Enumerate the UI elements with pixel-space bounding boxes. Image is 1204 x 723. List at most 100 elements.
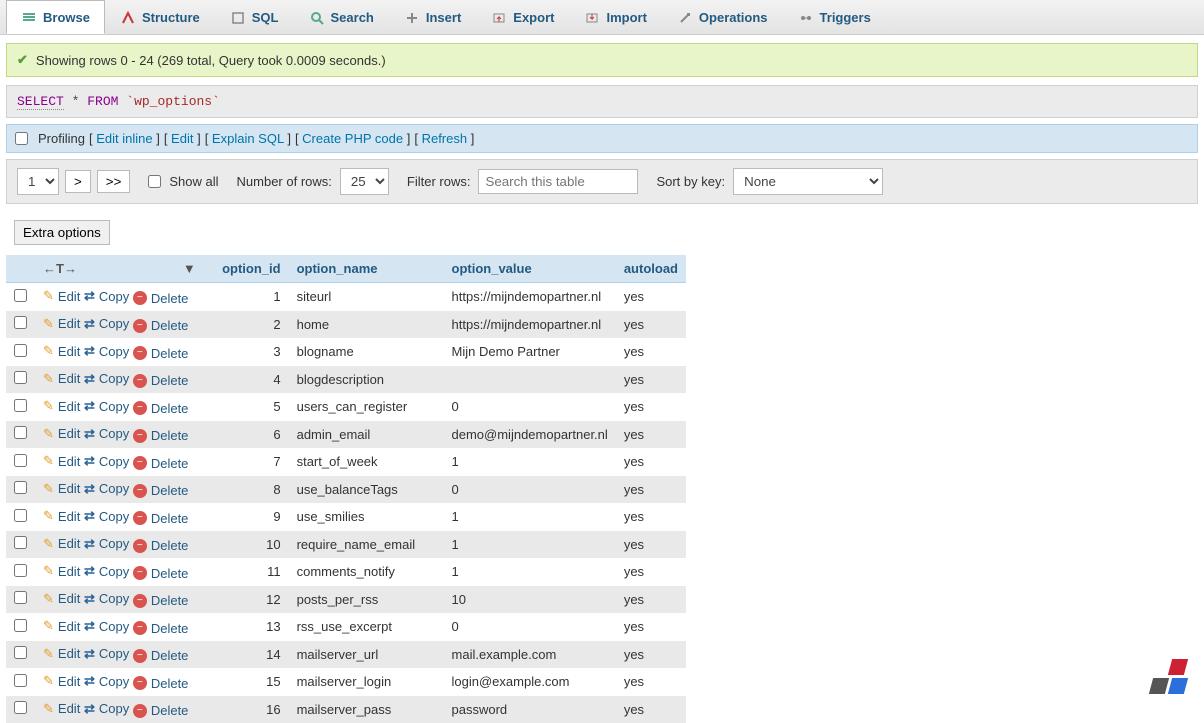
copy-row-link[interactable]: ⇄Copy	[84, 563, 129, 579]
copy-row-link[interactable]: ⇄Copy	[84, 481, 129, 497]
row-checkbox[interactable]	[14, 646, 27, 659]
last-page-button[interactable]: >>	[97, 170, 131, 193]
delete-row-link[interactable]: Delete	[133, 483, 189, 498]
copy-row-link[interactable]: ⇄Copy	[84, 398, 129, 414]
copy-row-link[interactable]: ⇄Copy	[84, 288, 129, 304]
edit-row-link[interactable]: ✎Edit	[43, 701, 80, 717]
delete-row-link[interactable]: Delete	[133, 676, 189, 691]
copy-row-link[interactable]: ⇄Copy	[84, 343, 129, 359]
delete-row-link[interactable]: Delete	[133, 318, 189, 333]
edit-row-link[interactable]: ✎Edit	[43, 288, 80, 304]
copy-row-link[interactable]: ⇄Copy	[84, 591, 129, 607]
tab-sql[interactable]: SQL	[215, 0, 294, 34]
tab-browse[interactable]: Browse	[6, 0, 105, 34]
pencil-icon: ✎	[43, 591, 54, 607]
tab-triggers[interactable]: Triggers	[783, 0, 886, 34]
show-all-checkbox[interactable]	[148, 175, 161, 188]
row-checkbox[interactable]	[14, 674, 27, 687]
edit-row-link[interactable]: ✎Edit	[43, 371, 80, 387]
row-checkbox[interactable]	[14, 564, 27, 577]
filter-rows-input[interactable]	[478, 169, 638, 194]
delete-row-link[interactable]: Delete	[133, 703, 189, 718]
col-autoload[interactable]: autoload	[616, 255, 686, 283]
extra-options-button[interactable]: Extra options	[14, 220, 110, 245]
col-option-name[interactable]: option_name	[289, 255, 444, 283]
copy-row-link[interactable]: ⇄Copy	[84, 701, 129, 717]
tab-operations[interactable]: Operations	[662, 0, 783, 34]
edit-row-link[interactable]: ✎Edit	[43, 646, 80, 662]
copy-row-link[interactable]: ⇄Copy	[84, 536, 129, 552]
copy-row-link[interactable]: ⇄Copy	[84, 371, 129, 387]
row-checkbox[interactable]	[14, 481, 27, 494]
copy-row-link[interactable]: ⇄Copy	[84, 673, 129, 689]
tab-import[interactable]: Import	[569, 0, 661, 34]
edit-link[interactable]: Edit	[171, 131, 193, 146]
delete-row-link[interactable]: Delete	[133, 538, 189, 553]
delete-row-link[interactable]: Delete	[133, 291, 189, 306]
tab-search[interactable]: Search	[294, 0, 389, 34]
tab-structure[interactable]: Structure	[105, 0, 215, 34]
delete-row-link[interactable]: Delete	[133, 428, 189, 443]
row-checkbox[interactable]	[14, 536, 27, 549]
row-checkbox[interactable]	[14, 344, 27, 357]
pencil-icon: ✎	[43, 426, 54, 442]
row-checkbox[interactable]	[14, 426, 27, 439]
copy-row-link[interactable]: ⇄Copy	[84, 646, 129, 662]
delete-icon	[133, 456, 147, 470]
edit-inline-link[interactable]: Edit inline	[96, 131, 152, 146]
edit-row-link[interactable]: ✎Edit	[43, 563, 80, 579]
edit-row-link[interactable]: ✎Edit	[43, 673, 80, 689]
delete-row-link[interactable]: Delete	[133, 621, 189, 636]
edit-row-link[interactable]: ✎Edit	[43, 481, 80, 497]
delete-row-link[interactable]: Delete	[133, 511, 189, 526]
delete-row-link[interactable]: Delete	[133, 648, 189, 663]
row-checkbox[interactable]	[14, 454, 27, 467]
copy-row-link[interactable]: ⇄Copy	[84, 316, 129, 332]
delete-row-link[interactable]: Delete	[133, 373, 189, 388]
refresh-link[interactable]: Refresh	[422, 131, 468, 146]
delete-row-link[interactable]: Delete	[133, 346, 189, 361]
col-option-value[interactable]: option_value	[444, 255, 616, 283]
create-php-link[interactable]: Create PHP code	[302, 131, 403, 146]
table-row: ✎Edit ⇄Copy Delete9use_smilies1yes	[6, 503, 686, 531]
row-checkbox[interactable]	[14, 371, 27, 384]
edit-row-link[interactable]: ✎Edit	[43, 426, 80, 442]
row-checkbox[interactable]	[14, 316, 27, 329]
copy-row-link[interactable]: ⇄Copy	[84, 618, 129, 634]
profiling-checkbox[interactable]	[15, 132, 28, 145]
edit-row-link[interactable]: ✎Edit	[43, 453, 80, 469]
copy-row-link[interactable]: ⇄Copy	[84, 508, 129, 524]
row-checkbox[interactable]	[14, 399, 27, 412]
col-option-id[interactable]: option_id	[210, 255, 289, 283]
edit-row-link[interactable]: ✎Edit	[43, 316, 80, 332]
sort-by-key-select[interactable]: None	[733, 168, 883, 195]
row-checkbox[interactable]	[14, 509, 27, 522]
delete-row-link[interactable]: Delete	[133, 401, 189, 416]
cell-option-id: 1	[210, 283, 289, 311]
copy-row-link[interactable]: ⇄Copy	[84, 426, 129, 442]
delete-row-link[interactable]: Delete	[133, 566, 189, 581]
edit-row-link[interactable]: ✎Edit	[43, 343, 80, 359]
page-select[interactable]: 1	[17, 168, 59, 195]
tab-insert[interactable]: Insert	[389, 0, 476, 34]
delete-row-link[interactable]: Delete	[133, 593, 189, 608]
row-checkbox[interactable]	[14, 619, 27, 632]
edit-row-link[interactable]: ✎Edit	[43, 591, 80, 607]
check-icon: ✔	[17, 52, 28, 68]
edit-row-link[interactable]: ✎Edit	[43, 508, 80, 524]
copy-row-link[interactable]: ⇄Copy	[84, 453, 129, 469]
delete-icon	[133, 401, 147, 415]
edit-row-link[interactable]: ✎Edit	[43, 618, 80, 634]
edit-row-link[interactable]: ✎Edit	[43, 398, 80, 414]
table-row: ✎Edit ⇄Copy Delete2homehttps://mijndemop…	[6, 311, 686, 339]
row-checkbox[interactable]	[14, 591, 27, 604]
num-rows-select[interactable]: 25	[340, 168, 389, 195]
delete-row-link[interactable]: Delete	[133, 456, 189, 471]
row-checkbox[interactable]	[14, 289, 27, 302]
edit-row-link[interactable]: ✎Edit	[43, 536, 80, 552]
tab-export[interactable]: Export	[476, 0, 569, 34]
next-page-button[interactable]: >	[65, 170, 91, 193]
delete-icon	[133, 374, 147, 388]
sort-caret-icon[interactable]: ▼	[183, 261, 202, 276]
explain-sql-link[interactable]: Explain SQL	[212, 131, 284, 146]
